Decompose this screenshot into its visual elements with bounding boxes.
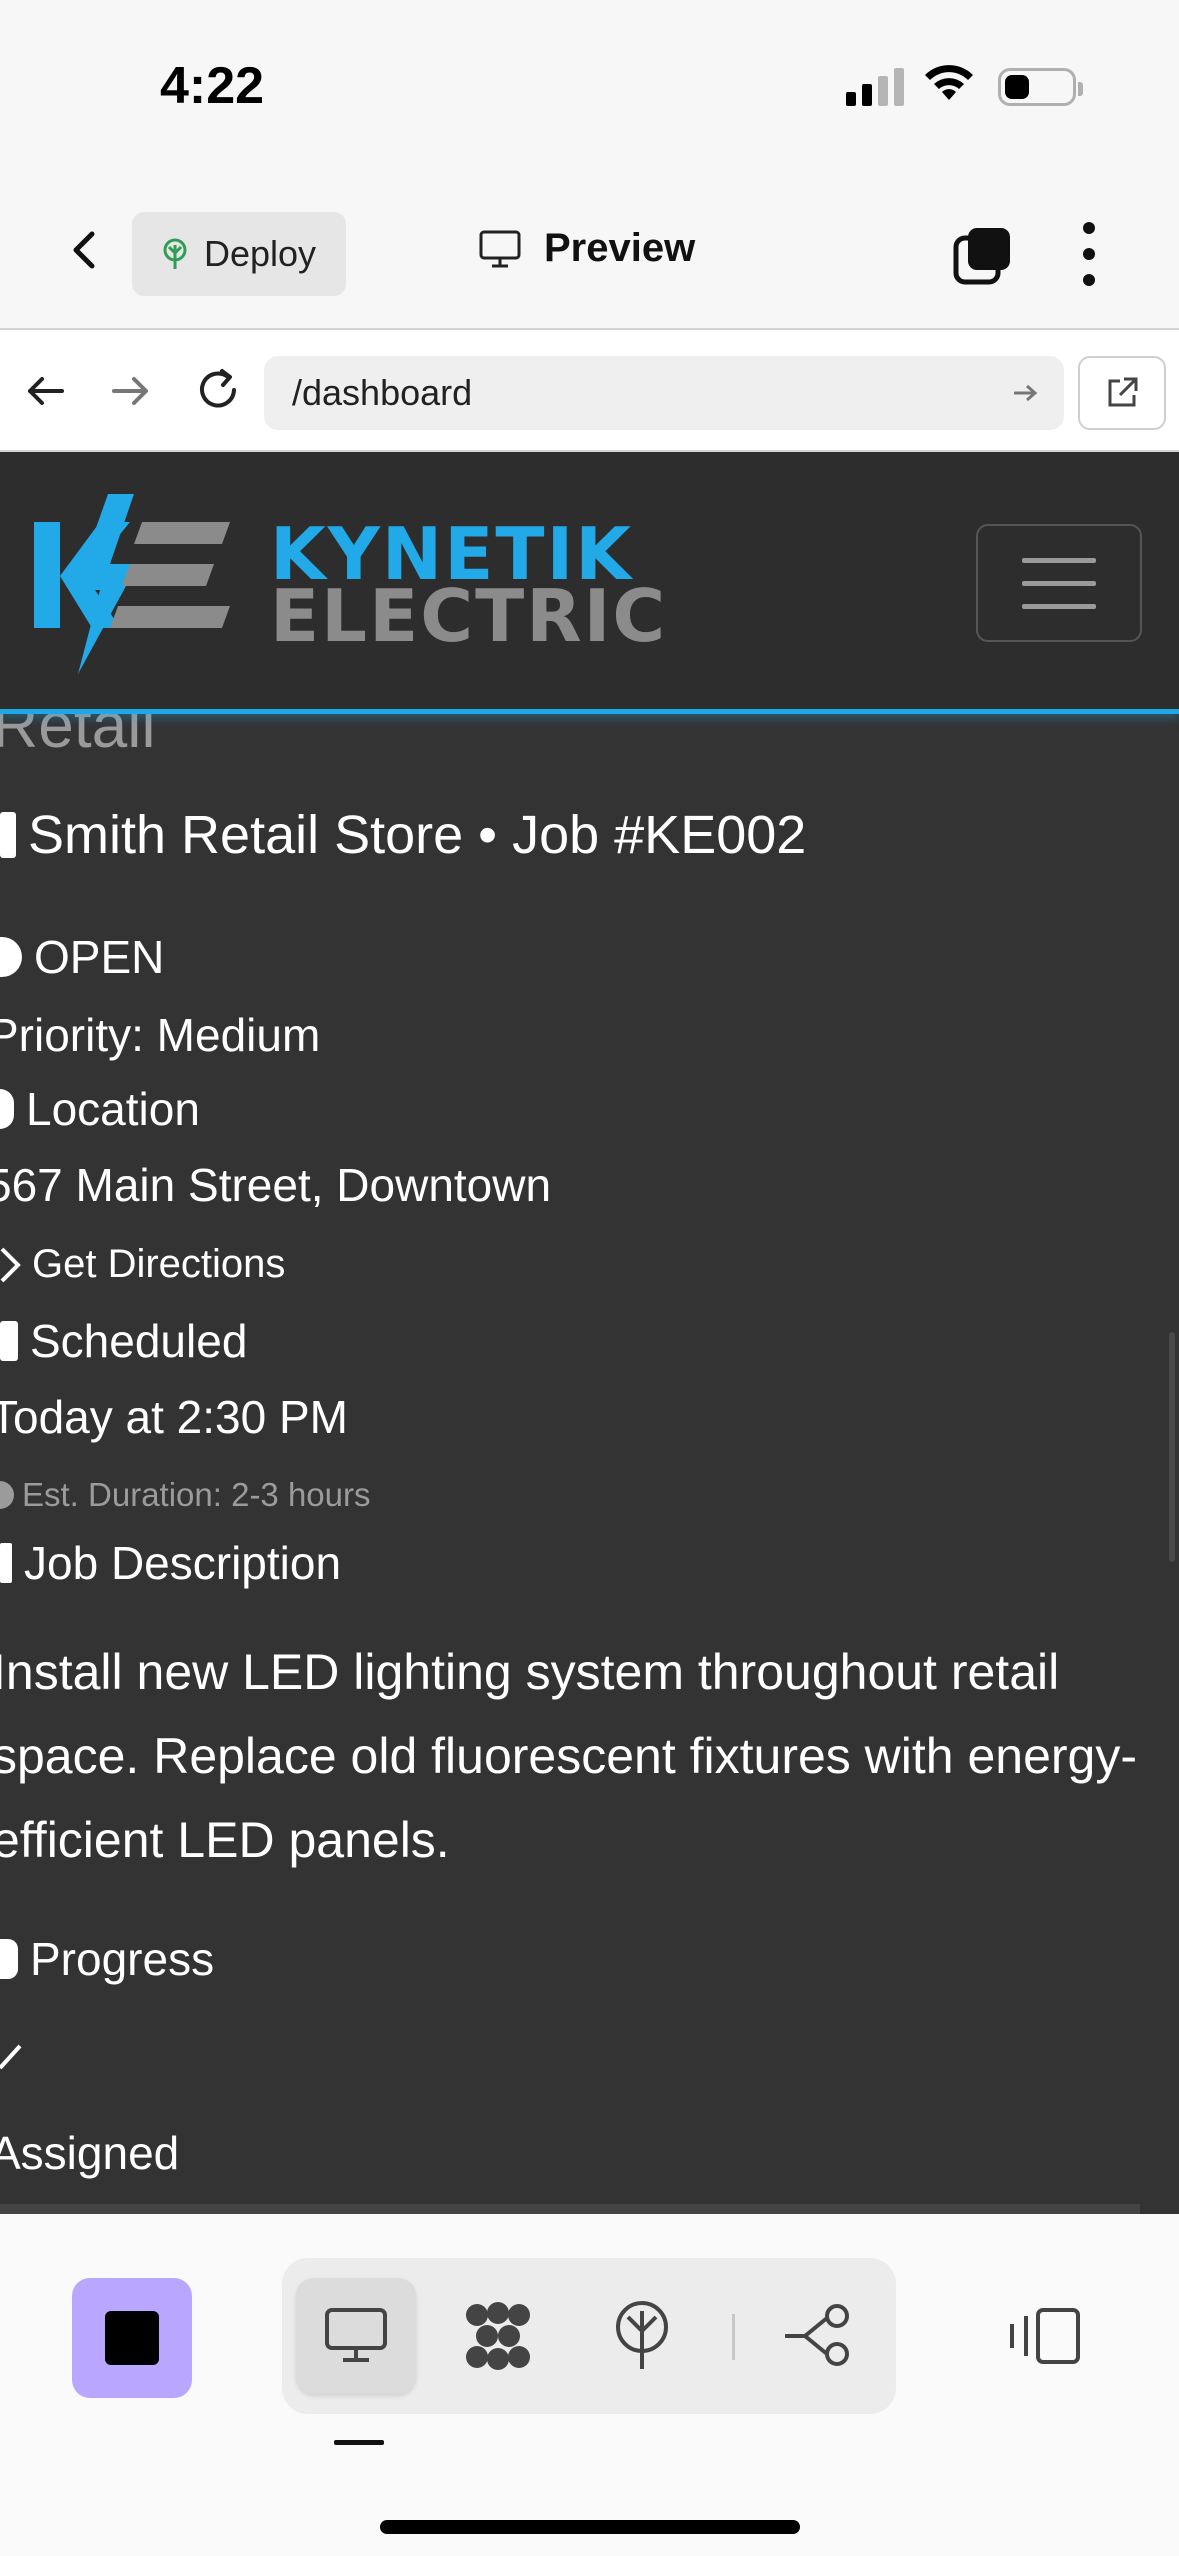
description-heading-text: Job Description: [24, 1537, 342, 1589]
url-text: /dashboard: [292, 372, 473, 413]
map-pin-icon: [0, 1089, 14, 1129]
battery-icon: [998, 68, 1083, 106]
stack-icon[interactable]: [952, 224, 1014, 286]
grid-dots-icon: [466, 2302, 530, 2370]
circle-icon: [0, 937, 22, 977]
duration-text-row: Est. Duration: 2-3 hours: [0, 1476, 371, 1514]
get-directions-text: Get Directions: [32, 1242, 286, 1286]
tab-preview[interactable]: [296, 2278, 416, 2394]
site-preview: KYNETIK ELECTRIC Retail Smith Retail Sto…: [0, 452, 1179, 2214]
wifi-icon: [925, 65, 973, 100]
stop-button[interactable]: [72, 2278, 192, 2398]
more-vertical-icon[interactable]: [1072, 222, 1106, 286]
tab-canvas[interactable]: [438, 2278, 558, 2394]
progress-heading-text: Progress: [30, 1933, 215, 1985]
status-time: 4:22: [160, 57, 265, 115]
brand-logo-mark[interactable]: [34, 494, 234, 674]
preview-label: Preview: [544, 226, 696, 270]
scheduled-heading: Scheduled: [0, 1314, 247, 1368]
address-text: 567 Main Street, Downtown: [0, 1159, 552, 1211]
antenna-icon: [616, 2301, 668, 2369]
monitor-icon: [325, 2308, 387, 2362]
site-bottom-strip: [0, 2204, 1140, 2214]
external-link-icon: [1108, 377, 1138, 407]
home-indicator: [380, 2520, 800, 2534]
arrow-left-icon[interactable]: [22, 368, 68, 414]
deploy-button[interactable]: Deploy: [132, 212, 346, 296]
status-badge: OPEN: [0, 930, 164, 984]
status-text: OPEN: [34, 931, 165, 983]
brand-name-line2: ELECTRIC: [270, 574, 668, 658]
view-switcher: [282, 2258, 896, 2414]
site-scrollbar[interactable]: [1169, 1332, 1175, 1562]
arrow-right-icon[interactable]: [108, 368, 154, 414]
job-description: Install new LED lighting system througho…: [0, 1644, 1138, 1868]
description-heading: Job Description: [0, 1536, 341, 1590]
deploy-tree-icon: [163, 238, 187, 269]
clock-icon: [0, 1481, 14, 1509]
active-tab-indicator: [334, 2440, 384, 2445]
scheduled-time: Today at 2:30 PM: [0, 1391, 348, 1443]
job-store-line: Smith Retail Store • Job #KE002: [0, 804, 806, 866]
bottom-toolbar: [0, 2214, 1179, 2556]
progress-heading: Progress: [0, 1932, 214, 1986]
split-panel-icon[interactable]: [1008, 2306, 1084, 2366]
browser-bar: /dashboard: [0, 332, 1179, 452]
go-arrow-icon[interactable]: [1010, 378, 1040, 408]
job-store-text: Smith Retail Store • Job #KE002: [28, 805, 807, 865]
calendar-icon: [0, 1321, 18, 1361]
assigned-step: Assigned: [0, 2127, 180, 2179]
duration-text: Est. Duration: 2-3 hours: [22, 1476, 371, 1513]
priority-text: Priority: Medium: [0, 1009, 321, 1061]
deploy-label: Deploy: [204, 233, 317, 274]
workflow-icon: [785, 2304, 849, 2366]
preview-tab[interactable]: Preview: [478, 226, 695, 271]
menu-icon: [1022, 557, 1096, 563]
seg-divider: [732, 2314, 735, 2360]
open-external-button[interactable]: [1078, 356, 1166, 430]
location-heading: Location: [0, 1082, 200, 1136]
building-icon: [0, 812, 16, 858]
reload-icon[interactable]: [192, 364, 244, 416]
document-icon: [0, 1543, 12, 1583]
location-heading-text: Location: [26, 1083, 200, 1135]
stop-icon: [105, 2311, 159, 2365]
app-toolbar: Deploy Preview: [0, 170, 1179, 330]
check-icon: [0, 2042, 24, 2072]
back-chevron-icon[interactable]: [62, 226, 110, 274]
directions-icon: [0, 1247, 21, 1282]
tasks-icon: [0, 1939, 18, 1979]
monitor-icon: [479, 230, 521, 267]
get-directions-link[interactable]: Get Directions: [0, 1242, 285, 1287]
site-header: KYNETIK ELECTRIC: [0, 452, 1179, 714]
scheduled-heading-text: Scheduled: [30, 1315, 248, 1367]
url-field[interactable]: /dashboard: [264, 356, 1064, 430]
tab-deploy[interactable]: [582, 2278, 702, 2394]
menu-toggle-button[interactable]: [976, 524, 1142, 642]
cellular-signal-icon: [846, 68, 904, 106]
tab-workflow[interactable]: [758, 2278, 878, 2394]
status-bar: 4:22: [0, 0, 1179, 170]
